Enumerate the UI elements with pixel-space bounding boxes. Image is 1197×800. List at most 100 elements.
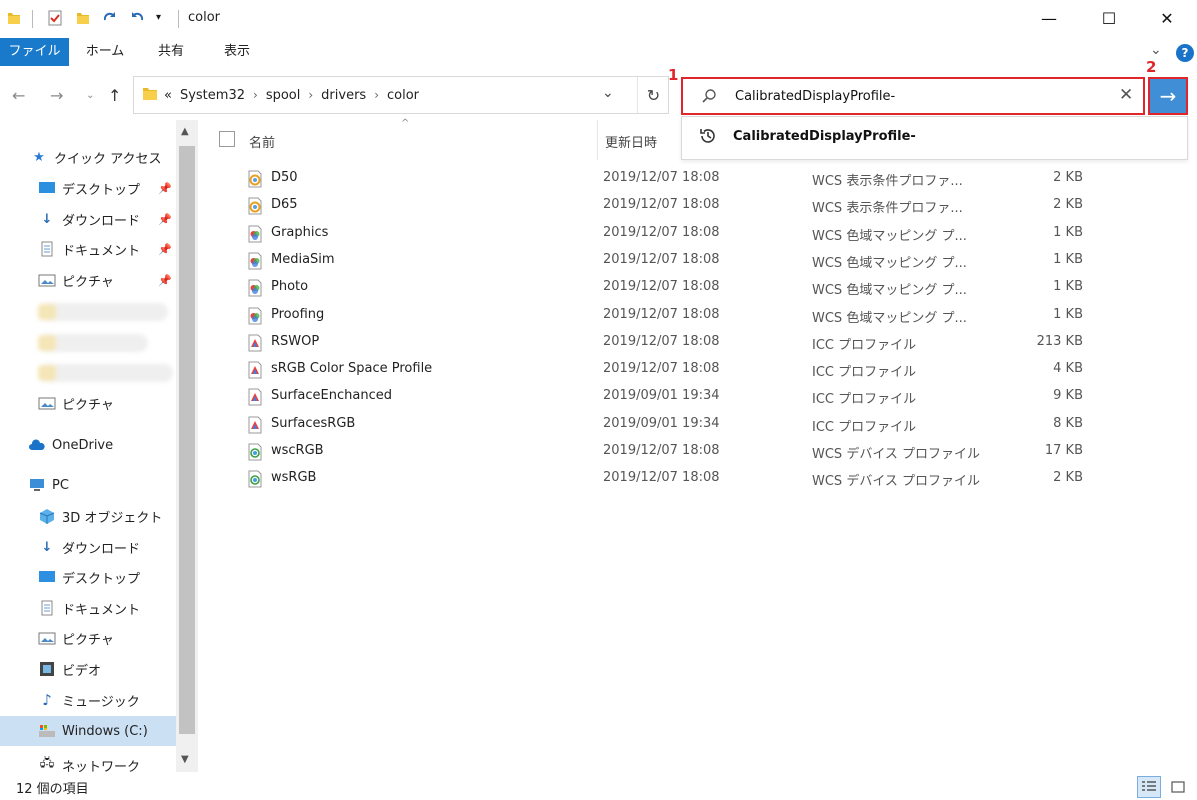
file-size: 4 KB bbox=[1053, 361, 1083, 377]
suggestion-text: CalibratedDisplayProfile- bbox=[733, 129, 916, 144]
file-name: SurfacesRGB bbox=[271, 415, 356, 431]
chevron-down-icon[interactable]: ⌄ bbox=[602, 85, 614, 101]
breadcrumb-spool[interactable]: spool bbox=[266, 88, 301, 103]
table-row[interactable]: wscRGB 2019/12/07 18:08 WCS デバイス プロファイル 17 … bbox=[205, 438, 1105, 465]
sidebar-item-music[interactable]: ♪ ミュージック bbox=[0, 685, 176, 715]
scroll-up-icon[interactable]: ▲ bbox=[181, 126, 189, 137]
file-type: WCS 表示条件プロファ... bbox=[812, 201, 963, 217]
history-icon bbox=[700, 129, 715, 143]
sidebar-item-pc[interactable]: PC bbox=[0, 470, 176, 500]
help-button[interactable]: ? bbox=[1176, 44, 1194, 62]
clear-search-icon[interactable]: ✕ bbox=[1119, 85, 1133, 105]
file-date: 2019/12/07 18:08 bbox=[603, 224, 720, 240]
pin-icon[interactable]: 📌 bbox=[158, 243, 172, 256]
sidebar-item-downloads[interactable]: ↓ ダウンロード 📌 bbox=[0, 204, 176, 234]
select-all-checkbox[interactable] bbox=[219, 131, 235, 147]
file-size: 2 KB bbox=[1053, 197, 1083, 213]
sidebar-item-pictures-pc[interactable]: ピクチャ bbox=[0, 623, 176, 653]
file-date: 2019/12/07 18:08 bbox=[603, 251, 720, 267]
sidebar-item-videos[interactable]: ビデオ bbox=[0, 654, 176, 684]
chevron-right-icon[interactable]: › bbox=[374, 88, 379, 103]
scroll-down-icon[interactable]: ▼ bbox=[181, 754, 189, 765]
undo-icon[interactable] bbox=[129, 10, 145, 26]
tab-file[interactable]: ファイル bbox=[0, 38, 69, 66]
pin-icon[interactable]: 📌 bbox=[158, 213, 172, 226]
sidebar-item-3d-objects[interactable]: 3D オブジェクト bbox=[0, 501, 176, 531]
table-row[interactable]: RSWOP 2019/12/07 18:08 ICC プロファイル 213 KB bbox=[205, 329, 1105, 356]
search-box[interactable]: ✕ bbox=[681, 77, 1145, 115]
search-suggestion[interactable]: CalibratedDisplayProfile- bbox=[681, 116, 1188, 160]
chevron-right-icon[interactable]: › bbox=[253, 88, 258, 103]
scrollbar-thumb[interactable] bbox=[179, 146, 195, 734]
annotation-marker-1: 1 bbox=[668, 66, 679, 84]
column-divider[interactable] bbox=[597, 120, 598, 160]
details-view-button[interactable] bbox=[1137, 776, 1161, 798]
file-size: 2 KB bbox=[1053, 470, 1083, 486]
table-row[interactable]: sRGB Color Space Profile 2019/12/07 18:08… bbox=[205, 356, 1105, 383]
sidebar-item-downloads-pc[interactable]: ↓ ダウンロード bbox=[0, 532, 176, 562]
refresh-icon[interactable]: ↻ bbox=[637, 77, 669, 113]
sidebar-item-pictures[interactable]: ピクチャ 📌 bbox=[0, 265, 176, 295]
table-row[interactable]: Graphics 2019/12/07 18:08 WCS 色域マッピング プ...… bbox=[205, 220, 1105, 247]
sidebar-item-network[interactable]: 🖧 ネットワーク bbox=[0, 756, 176, 772]
expand-ribbon-icon[interactable]: ⌄ bbox=[1150, 42, 1162, 58]
sidebar-item-desktop[interactable]: デスクトップ 📌 bbox=[0, 173, 176, 203]
file-date: 2019/12/07 18:08 bbox=[603, 170, 720, 185]
download-icon: ↓ bbox=[41, 211, 53, 227]
new-folder-icon[interactable] bbox=[75, 10, 91, 26]
sort-ascending-icon: ^ bbox=[401, 118, 410, 129]
table-row[interactable]: D50 2019/12/07 18:08 WCS 表示条件プロファ... 2 KB bbox=[205, 165, 1105, 192]
maximize-button[interactable]: ☐ bbox=[1086, 0, 1132, 36]
search-input[interactable] bbox=[735, 89, 1095, 104]
breadcrumb-system32[interactable]: System32 bbox=[180, 88, 245, 103]
column-header-name[interactable]: 名前 bbox=[249, 132, 275, 151]
tab-home[interactable]: ホーム bbox=[76, 38, 134, 66]
address-bar[interactable]: « System32 › spool › drivers › color ⌄ ↻ bbox=[133, 76, 669, 114]
minimize-button[interactable]: — bbox=[1026, 0, 1072, 36]
sidebar-item-quick-access[interactable]: ★ クイック アクセス bbox=[0, 142, 176, 172]
up-icon[interactable]: ↑ bbox=[108, 86, 121, 105]
item-count: 12 個の項目 bbox=[16, 782, 89, 797]
breadcrumb-color[interactable]: color bbox=[387, 88, 419, 103]
column-header-date[interactable]: 更新日時 bbox=[605, 132, 657, 151]
redacted-item[interactable] bbox=[38, 303, 168, 321]
download-icon: ↓ bbox=[41, 539, 53, 555]
forward-icon[interactable]: → bbox=[50, 86, 63, 105]
pin-icon[interactable]: 📌 bbox=[158, 274, 172, 287]
redo-icon[interactable] bbox=[102, 10, 118, 26]
table-row[interactable]: Proofing 2019/12/07 18:08 WCS 色域マッピング プ...… bbox=[205, 302, 1105, 329]
recent-locations-icon[interactable]: ⌄ bbox=[86, 90, 94, 101]
sidebar-item-windows-c[interactable]: Windows (C:) bbox=[0, 716, 176, 746]
chevron-right-icon[interactable]: › bbox=[308, 88, 313, 103]
redacted-item[interactable] bbox=[38, 364, 173, 382]
sidebar-item-onedrive[interactable]: OneDrive bbox=[0, 430, 176, 460]
table-row[interactable]: wsRGB 2019/12/07 18:08 WCS デバイス プロファイル 2 KB bbox=[205, 465, 1105, 492]
sidebar-item-pictures-2[interactable]: ピクチャ bbox=[0, 388, 176, 418]
sidebar-item-desktop-pc[interactable]: デスクトップ bbox=[0, 562, 176, 592]
table-row[interactable]: Photo 2019/12/07 18:08 WCS 色域マッピング プ... 1 K… bbox=[205, 274, 1105, 301]
properties-icon[interactable] bbox=[47, 10, 63, 26]
breadcrumb-overflow[interactable]: « bbox=[164, 88, 172, 103]
breadcrumb-drivers[interactable]: drivers bbox=[321, 88, 366, 103]
table-row[interactable]: SurfacesRGB 2019/09/01 19:34 ICC プロファイル 8 K… bbox=[205, 411, 1105, 438]
color-profile-icon bbox=[247, 416, 263, 434]
title-bar: ▾ color — ☐ ✕ bbox=[0, 0, 1197, 38]
close-button[interactable]: ✕ bbox=[1144, 0, 1190, 36]
search-go-button[interactable]: → bbox=[1148, 77, 1188, 115]
redacted-item[interactable] bbox=[38, 334, 148, 352]
back-icon[interactable]: ← bbox=[12, 86, 25, 105]
folder-icon bbox=[143, 88, 157, 100]
table-row[interactable]: D65 2019/12/07 18:08 WCS 表示条件プロファ... 2 KB bbox=[205, 192, 1105, 219]
large-icons-view-icon bbox=[1171, 781, 1185, 793]
customize-quick-access-icon[interactable]: ▾ bbox=[156, 12, 172, 28]
table-row[interactable]: SurfaceEnchanced 2019/09/01 19:34 ICC プロファ… bbox=[205, 383, 1105, 410]
tab-view[interactable]: 表示 bbox=[208, 38, 266, 66]
file-name: wscRGB bbox=[271, 443, 324, 458]
table-row[interactable]: MediaSim 2019/12/07 18:08 WCS 色域マッピング プ...… bbox=[205, 247, 1105, 274]
sidebar-item-documents-pc[interactable]: ドキュメント bbox=[0, 593, 176, 623]
file-date: 2019/09/01 19:34 bbox=[603, 388, 720, 404]
sidebar-item-documents[interactable]: ドキュメント 📌 bbox=[0, 234, 176, 264]
pin-icon[interactable]: 📌 bbox=[158, 182, 172, 195]
large-icons-view-button[interactable] bbox=[1166, 776, 1190, 798]
tab-share[interactable]: 共有 bbox=[142, 38, 200, 66]
